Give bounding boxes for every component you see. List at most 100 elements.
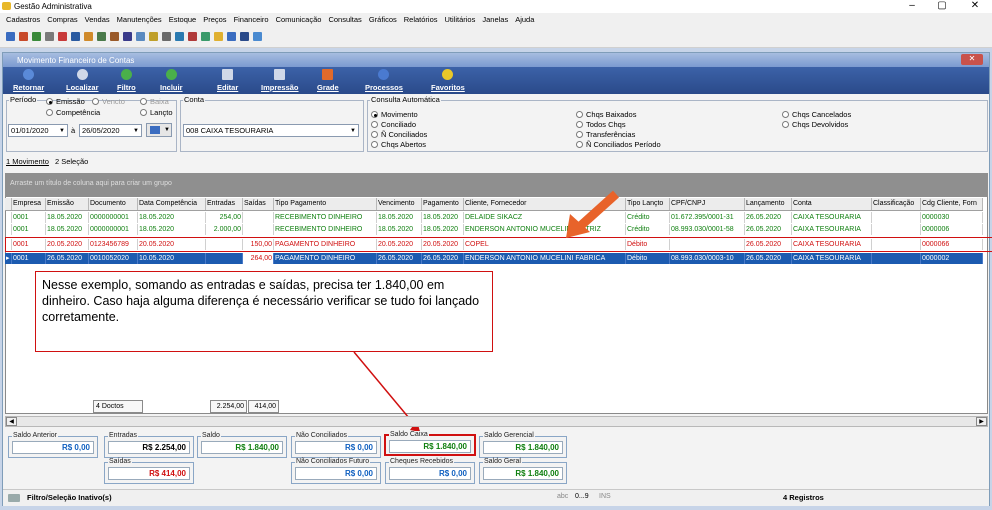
radio-vencto[interactable]: Vencto xyxy=(92,97,125,106)
chevron-down-icon[interactable]: ▼ xyxy=(59,128,65,134)
menu-vendas[interactable]: Vendas xyxy=(85,15,110,24)
close-app-button[interactable]: ✕ xyxy=(960,0,990,12)
retornar-button[interactable]: Retornar xyxy=(13,67,44,94)
menu-comunicacao[interactable]: Comunicação xyxy=(276,15,322,24)
menu-estoque[interactable]: Estoque xyxy=(169,15,197,24)
menu-financeiro[interactable]: Financeiro xyxy=(234,15,269,24)
menu-janelas[interactable]: Janelas xyxy=(482,15,508,24)
toolbar-icon[interactable] xyxy=(19,32,28,41)
toolbar-icon[interactable] xyxy=(149,32,158,41)
incluir-button[interactable]: Incluir xyxy=(160,67,183,94)
menu-ajuda[interactable]: Ajuda xyxy=(515,15,534,24)
menu-cadastros[interactable]: Cadastros xyxy=(6,15,40,24)
col-entradas[interactable]: Entradas xyxy=(206,198,243,210)
toolbar-icon[interactable] xyxy=(188,32,197,41)
toolbar-icon[interactable] xyxy=(45,32,54,41)
radio-chqs-abertos[interactable]: Chqs Abertos xyxy=(371,140,426,149)
col-cdg-cliente[interactable]: Cdg Cliente, Forn xyxy=(921,198,983,210)
col-emissao[interactable]: Emissão xyxy=(46,198,89,210)
chqs-cancelados-label: Chqs Cancelados xyxy=(792,110,852,119)
editar-button[interactable]: Editar xyxy=(217,67,238,94)
toolbar-icon[interactable] xyxy=(32,32,41,41)
menu-relatorios[interactable]: Relatórios xyxy=(404,15,438,24)
toolbar-icon[interactable] xyxy=(253,32,262,41)
date-from-field[interactable]: 01/01/2020 ▼ xyxy=(8,124,68,137)
col-saidas[interactable]: Saídas xyxy=(243,198,274,210)
radio-transferencias[interactable]: Transferências xyxy=(576,130,635,139)
radio-competencia[interactable]: Competência xyxy=(46,108,100,117)
radio-n-conciliados-periodo[interactable]: Ñ Conciliados Período xyxy=(576,140,661,149)
close-window-button[interactable]: ✕ xyxy=(961,54,983,65)
date-from-value: 01/01/2020 xyxy=(11,126,49,135)
col-pagamento[interactable]: Pagamento xyxy=(422,198,464,210)
cell-tipo-lancto: Crédito xyxy=(626,224,670,235)
grade-button[interactable]: Grade xyxy=(317,67,339,94)
chevron-down-icon[interactable]: ▼ xyxy=(350,128,356,134)
date-to-field[interactable]: 26/05/2020 ▼ xyxy=(79,124,142,137)
toolbar-icon[interactable] xyxy=(136,32,145,41)
table-row[interactable]: 0001 18.05.2020 0000000001 18.05.2020 25… xyxy=(5,212,983,223)
minimize-button[interactable]: – xyxy=(897,0,927,12)
col-vencimento[interactable]: Vencimento xyxy=(377,198,422,210)
radio-movimento[interactable]: Movimento xyxy=(371,110,418,119)
favoritos-button[interactable]: Favoritos xyxy=(431,67,465,94)
radio-conciliado[interactable]: Conciliado xyxy=(371,120,416,129)
toolbar-icon[interactable] xyxy=(240,32,249,41)
menu-consultas[interactable]: Consultas xyxy=(328,15,361,24)
menu-graficos[interactable]: Gráficos xyxy=(369,15,397,24)
toolbar-icon[interactable] xyxy=(58,32,67,41)
radio-n-conciliados[interactable]: Ñ Conciliados xyxy=(371,130,427,139)
toolbar-icon[interactable] xyxy=(84,32,93,41)
menu-utilitarios[interactable]: Utilitários xyxy=(445,15,476,24)
toolbar-icon[interactable] xyxy=(227,32,236,41)
table-row[interactable]: 0001 18.05.2020 0000000001 18.05.2020 2.… xyxy=(5,224,983,235)
col-data-competencia[interactable]: Data Competência xyxy=(138,198,206,210)
toolbar-icon[interactable] xyxy=(123,32,132,41)
impressao-button[interactable]: Impressão xyxy=(261,67,299,94)
maximize-button[interactable]: ▢ xyxy=(927,0,957,12)
menu-compras[interactable]: Compras xyxy=(47,15,77,24)
menu-precos[interactable]: Preços xyxy=(203,15,226,24)
toolbar-icon[interactable] xyxy=(6,32,15,41)
saldo-value: R$ 1.840,00 xyxy=(201,441,283,454)
tab-selecao[interactable]: 2 Seleção xyxy=(55,157,88,168)
col-tipo-pagamento[interactable]: Tipo Pagamento xyxy=(274,198,377,210)
filtro-button[interactable]: Filtro xyxy=(117,67,136,94)
toolbar-icon[interactable] xyxy=(214,32,223,41)
col-classificacao[interactable]: Classificação xyxy=(872,198,921,210)
chqs-devolvidos-label: Chqs Devolvidos xyxy=(792,120,849,129)
app-titlebar: Gestão Administrativa – ▢ ✕ xyxy=(0,0,992,12)
radio-chqs-cancelados[interactable]: Chqs Cancelados xyxy=(782,110,851,119)
calendar-button[interactable]: ▼ xyxy=(146,123,172,137)
radio-todos-chqs[interactable]: Todos Chqs xyxy=(576,120,626,129)
col-lancamento[interactable]: Lançamento xyxy=(745,198,792,210)
cell-conta: CAIXA TESOURARIA xyxy=(792,224,872,235)
col-empresa[interactable]: Empresa xyxy=(12,198,46,210)
localizar-button[interactable]: Localizar xyxy=(66,67,99,94)
col-tipo-lancto[interactable]: Tipo Lançto xyxy=(626,198,670,210)
menu-manutencoes[interactable]: Manutenções xyxy=(117,15,162,24)
col-documento[interactable]: Documento xyxy=(89,198,138,210)
col-conta[interactable]: Conta xyxy=(792,198,872,210)
col-cpf-cnpj[interactable]: CPF/CNPJ xyxy=(670,198,745,210)
table-row-selected[interactable]: ▸ 0001 26.05.2020 0010052020 10.05.2020 … xyxy=(5,253,983,264)
scroll-left-icon[interactable]: ◀ xyxy=(6,417,17,426)
toolbar-icon[interactable] xyxy=(201,32,210,41)
radio-chqs-devolvidos[interactable]: Chqs Devolvidos xyxy=(782,120,848,129)
toolbar-icon[interactable] xyxy=(175,32,184,41)
processos-button[interactable]: Processos xyxy=(365,67,403,94)
conta-select[interactable]: 008 CAIXA TESOURARIA ▼ xyxy=(183,124,359,137)
tab-movimento[interactable]: 1 Movimento xyxy=(6,157,49,168)
toolbar-icon[interactable] xyxy=(71,32,80,41)
radio-baixa[interactable]: Baixa xyxy=(140,97,169,106)
toolbar-icon[interactable] xyxy=(162,32,171,41)
radio-emissao[interactable]: Emissão xyxy=(46,97,85,106)
toolbar-icon[interactable] xyxy=(110,32,119,41)
scroll-right-icon[interactable]: ▶ xyxy=(976,417,987,426)
radio-lancto[interactable]: Lançto xyxy=(140,108,173,117)
cell-data-competencia: 18.05.2020 xyxy=(138,212,206,223)
horizontal-scrollbar[interactable]: ◀ ▶ xyxy=(5,416,988,427)
chevron-down-icon[interactable]: ▼ xyxy=(133,128,139,134)
radio-chqs-baixados[interactable]: Chqs Baixados xyxy=(576,110,636,119)
toolbar-icon[interactable] xyxy=(97,32,106,41)
